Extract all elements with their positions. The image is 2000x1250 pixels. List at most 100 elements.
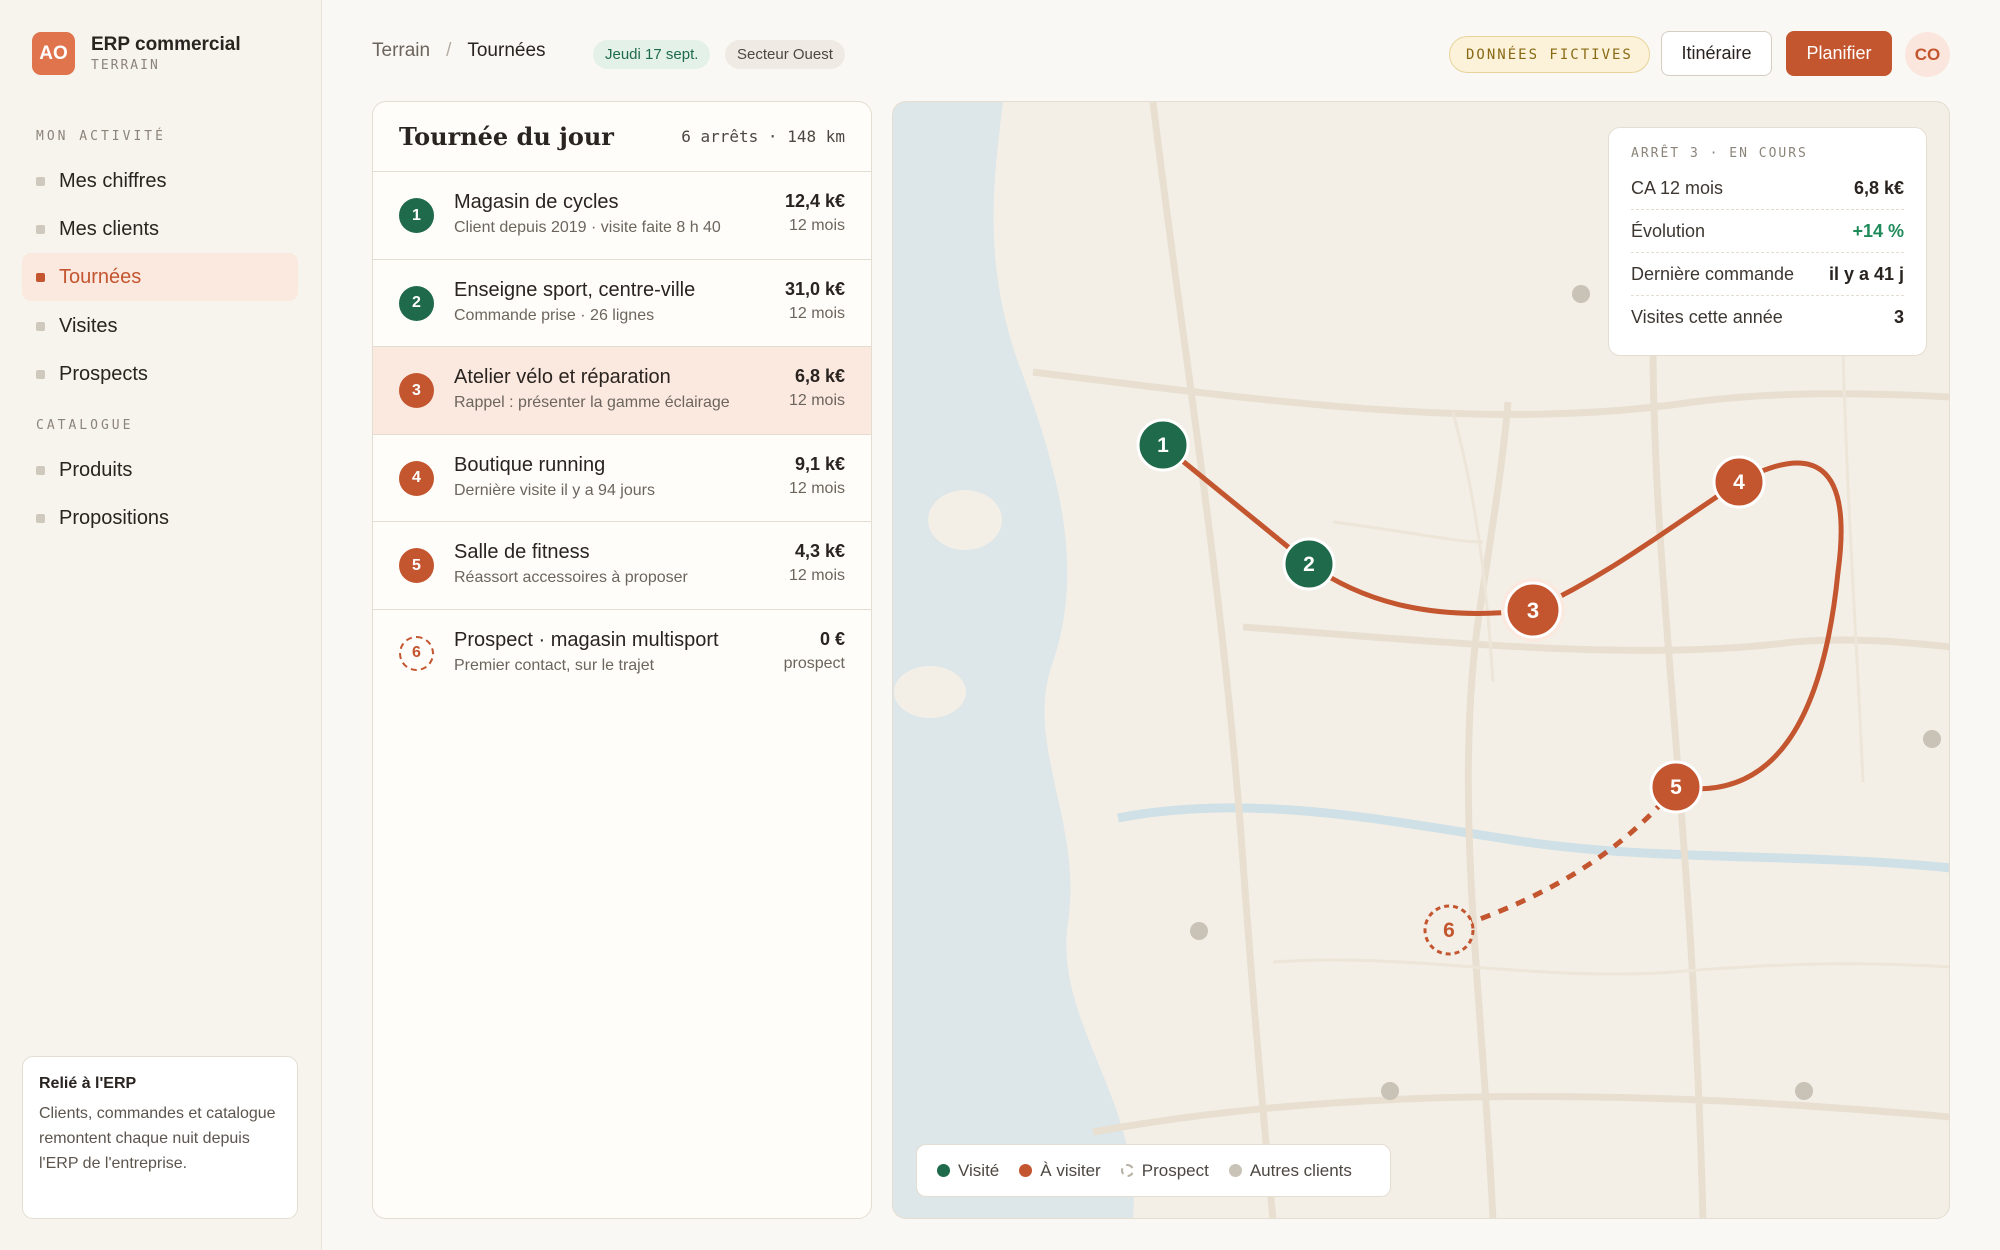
erp-link-card: Relié à l'ERP Clients, commandes et cata…: [22, 1056, 298, 1219]
stop-amount: 4,3 k€: [794, 541, 845, 561]
stop-subtitle: Réassort accessoires à proposer: [454, 569, 688, 586]
legend-swatch-icon: [937, 1164, 950, 1177]
stop-subtitle: Commande prise · 26 lignes: [454, 306, 655, 324]
tour-header: Tournée du jour 6 arrêts · 148 km: [373, 102, 871, 172]
sidebar-item-label: Tournées: [59, 265, 142, 288]
stop-subtitle: Rappel : présenter la gamme éclairage: [454, 394, 730, 411]
tour-title: Tournée du jour: [399, 122, 614, 151]
bullet-icon: [36, 176, 45, 186]
legend-label: Visité: [958, 1160, 1000, 1180]
breadcrumb-separator: /: [446, 40, 452, 61]
info-key: Dernière commande: [1631, 263, 1795, 284]
tour-stop[interactable]: 5 Salle de fitness Réassort accessoires …: [373, 522, 871, 610]
fictive-data-badge: DONNÉES FICTIVES: [1449, 36, 1650, 73]
sidebar-item-propositions[interactable]: Propositions: [22, 494, 298, 542]
bullet-icon: [36, 321, 45, 331]
brand[interactable]: AO ERP commercial TERRAIN: [32, 32, 241, 75]
section-label-activity: MON ACTIVITÉ: [36, 129, 166, 144]
route-line: [1307, 561, 1534, 616]
tour-stop-prospect[interactable]: 6 Prospect · magasin multisport Premier …: [373, 610, 871, 698]
sidebar-item-prospects[interactable]: Prospects: [22, 350, 298, 398]
map-marker-6-prospect: 6: [1423, 904, 1475, 956]
stop-number-badge: 6: [399, 635, 434, 671]
stop-period: 12 mois: [788, 304, 845, 322]
legend-item-other: Autres clients: [1228, 1161, 1352, 1181]
stop-subtitle: Dernière visite il y a 94 jours: [454, 481, 655, 499]
bullet-icon: [36, 224, 45, 234]
legend-swatch-icon: [1228, 1164, 1242, 1177]
sidebar-item-label: Visites: [59, 314, 118, 337]
stop-amount: 0 €: [819, 628, 845, 649]
tour-stop[interactable]: 4 Boutique running Dernière visite il y …: [373, 435, 871, 522]
info-row: Dernière commande il y a 41 j: [1631, 253, 1904, 296]
marker-label: 3: [1527, 598, 1539, 623]
stop-name: Magasin de cycles: [454, 191, 619, 213]
route-visited: [1161, 443, 1311, 566]
breadcrumb-current: Tournées: [467, 40, 546, 61]
stop-period: 12 mois: [788, 479, 845, 497]
sidebar-item-visites[interactable]: Visites: [22, 302, 298, 350]
info-key: Visites cette année: [1631, 307, 1783, 327]
legend-label: À visiter: [1040, 1160, 1101, 1180]
other-client-marker: [1190, 922, 1208, 940]
stop-number-badge: 4: [399, 460, 434, 496]
stop-info-card: ARRÊT 3 · EN COURS CA 12 mois 6,8 k€ Évo…: [1608, 127, 1927, 356]
user-avatar[interactable]: CO: [1905, 32, 1950, 77]
sidebar-item-label: Mes clients: [59, 217, 160, 240]
stop-period: prospect: [783, 654, 845, 672]
tour-stop[interactable]: 2 Enseigne sport, centre-ville Commande …: [373, 260, 871, 347]
legend-item-visited: Visité: [937, 1161, 999, 1181]
info-value: +14 %: [1852, 220, 1904, 241]
tour-stop-current[interactable]: 3 Atelier vélo et réparation Rappel : pr…: [373, 347, 871, 435]
legend-label: Prospect: [1141, 1160, 1209, 1180]
plan-button[interactable]: Planifier: [1786, 31, 1892, 76]
route-map[interactable]: 1 2 3 4 5 6 ARRÊT 3 · EN COURS CA 12 moi…: [892, 101, 1950, 1219]
sector-pill: Secteur Ouest: [725, 40, 845, 69]
stop-name: Prospect · magasin multisport: [454, 628, 719, 651]
info-row: Évolution +14 %: [1631, 210, 1904, 253]
marker-label: 1: [1157, 434, 1169, 457]
brand-logo: AO: [32, 32, 75, 75]
breadcrumb-parent[interactable]: Terrain: [372, 40, 430, 62]
brand-subtitle: TERRAIN: [91, 58, 160, 73]
sidebar-item-tournees[interactable]: Tournées: [22, 253, 298, 301]
map-legend: Visité À visiter Prospect Autres clients: [916, 1144, 1391, 1197]
route-line: [1531, 479, 1741, 613]
sidebar-item-mes-chiffres[interactable]: Mes chiffres: [22, 157, 298, 205]
stop-amount: 6,8 k€: [794, 366, 845, 386]
other-client-marker: [1923, 730, 1941, 748]
stop-number-badge: 3: [399, 373, 434, 408]
sidebar-item-mes-clients[interactable]: Mes clients: [22, 205, 298, 253]
water-pond: [894, 666, 966, 718]
route-prospect: [1448, 785, 1678, 933]
stop-amount: 31,0 k€: [784, 278, 845, 299]
legend-swatch-icon: [1019, 1164, 1033, 1177]
stop-name: Boutique running: [454, 453, 606, 476]
sidebar-item-label: Prospects: [59, 362, 148, 385]
water-pond: [928, 490, 1002, 550]
marker-label: 4: [1733, 471, 1745, 494]
legend-item-todo: À visiter: [1019, 1160, 1101, 1181]
stop-number-badge: 1: [399, 198, 434, 233]
stop-amount: 12,4 k€: [784, 191, 845, 211]
bullet-icon: [36, 369, 45, 379]
stop-period: 12 mois: [788, 217, 845, 234]
sidebar-item-produits[interactable]: Produits: [22, 446, 298, 494]
stop-number-badge: 5: [399, 548, 434, 583]
sidebar-item-label: Produits: [59, 458, 133, 481]
map-marker-2: 2: [1282, 537, 1336, 591]
info-card-header: ARRÊT 3 · EN COURS: [1631, 146, 1808, 161]
map-marker-1: 1: [1136, 418, 1190, 472]
stop-name: Enseigne sport, centre-ville: [454, 278, 696, 301]
map-marker-5: 5: [1649, 760, 1703, 814]
date-pill: Jeudi 17 sept.: [593, 40, 711, 69]
itinerary-button[interactable]: Itinéraire: [1661, 31, 1772, 76]
legend-item-prospect: Prospect: [1120, 1160, 1209, 1181]
tour-stop[interactable]: 1 Magasin de cycles Client depuis 2019 ·…: [373, 172, 871, 260]
stop-subtitle: Client depuis 2019 · visite faite 8 h 40: [454, 219, 721, 236]
info-key: CA 12 mois: [1631, 177, 1724, 198]
stop-period: 12 mois: [788, 567, 845, 584]
stop-period: 12 mois: [788, 392, 845, 409]
stop-amount: 9,1 k€: [794, 453, 845, 474]
bullet-icon: [36, 465, 45, 475]
